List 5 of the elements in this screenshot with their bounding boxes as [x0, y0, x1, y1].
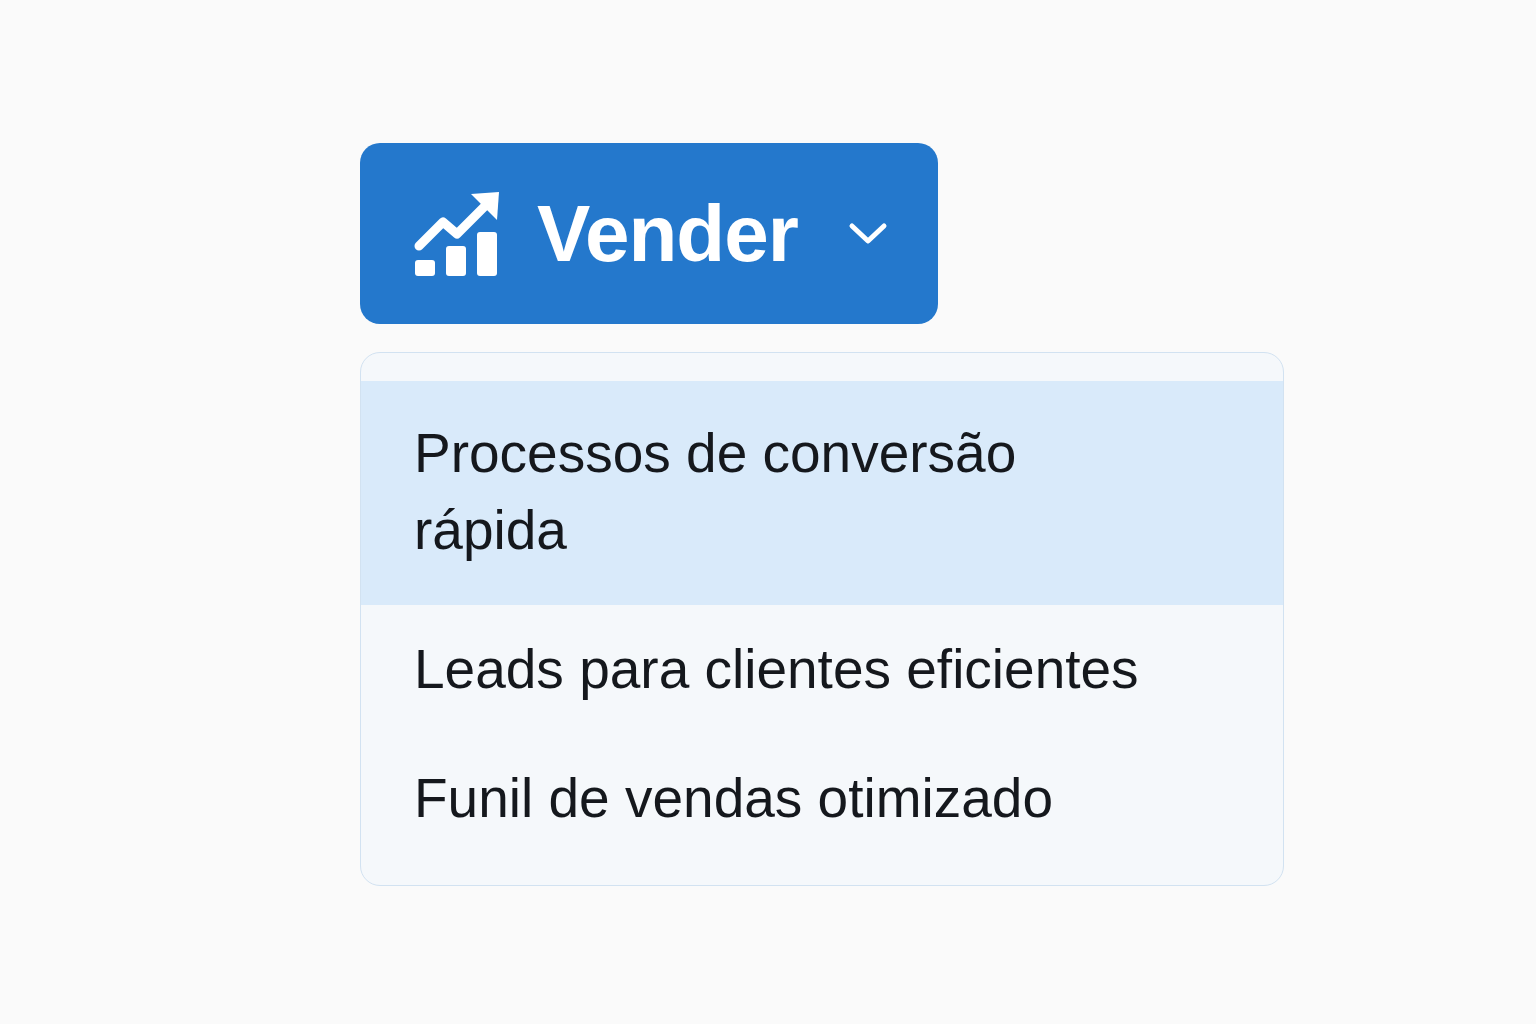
menu-item[interactable]: Leads para clientes eficientes	[361, 605, 1283, 734]
growth-chart-icon	[413, 189, 501, 278]
menu-item[interactable]: Funil de vendas otimizado	[361, 734, 1283, 863]
menu-item[interactable]: Processos de conversão rápida	[361, 381, 1283, 605]
menu-button[interactable]: Vender	[360, 143, 938, 324]
